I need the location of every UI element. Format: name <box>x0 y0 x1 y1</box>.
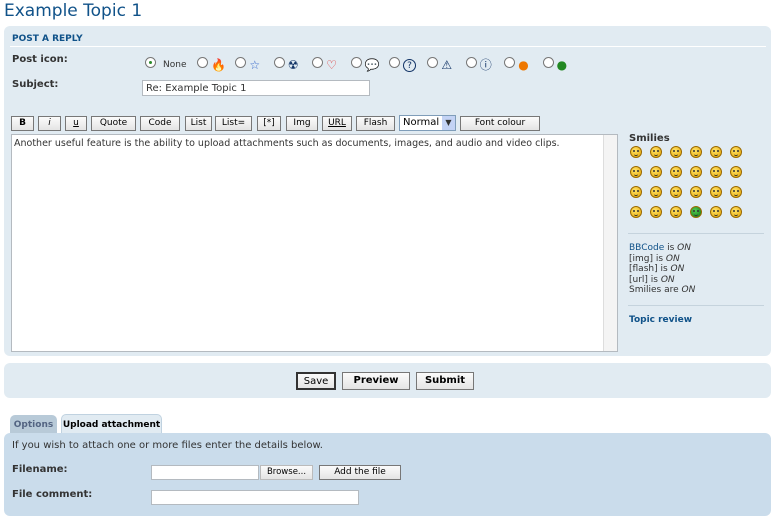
smiley-icon[interactable] <box>690 146 702 158</box>
smiley-icon[interactable] <box>670 206 682 218</box>
status-text: [img] is <box>629 253 666 264</box>
warning-icon: ⚠ <box>441 58 453 72</box>
heart-icon: ♡ <box>326 58 337 72</box>
smiley-icon[interactable] <box>630 166 642 178</box>
smiley-icon[interactable] <box>650 146 662 158</box>
smiley-icon[interactable] <box>630 146 642 158</box>
status-on: ON <box>660 274 675 285</box>
question-icon: ? <box>403 59 416 72</box>
smiley-icon[interactable] <box>690 206 702 218</box>
smiley-icon[interactable] <box>710 146 722 158</box>
topic-review-link[interactable]: Topic review <box>629 315 692 325</box>
post-icon-radio[interactable] <box>465 57 477 68</box>
subject-label: Subject: <box>12 79 59 90</box>
bbcode-quote-button[interactable]: Quote <box>91 116 136 131</box>
status-text: [flash] is <box>629 264 671 274</box>
bbcode-b-button[interactable]: B <box>11 116 34 131</box>
filename-input[interactable] <box>151 465 259 480</box>
save-button[interactable]: Save <box>296 372 336 390</box>
smiley-icon[interactable] <box>650 166 662 178</box>
bbcode-flash-button[interactable]: Flash <box>356 116 395 131</box>
status-text: Smilies are <box>629 285 682 295</box>
status-on: ON <box>665 253 680 264</box>
smiley-icon[interactable] <box>710 206 722 218</box>
tab-upload-attachment[interactable]: Upload attachment <box>61 414 162 434</box>
font-size-value: Normal <box>403 117 440 128</box>
page-title: Example Topic 1 <box>4 1 143 21</box>
status-text: is <box>664 243 678 253</box>
font-size-select[interactable]: Normal ▼ <box>399 115 456 131</box>
smiley-icon[interactable] <box>650 206 662 218</box>
smilies-title: Smilies <box>629 133 670 144</box>
divider <box>628 305 764 306</box>
post-icon-label: Post icon: <box>12 54 68 65</box>
post-icon-radio[interactable] <box>350 57 362 68</box>
smiley-icon[interactable] <box>730 206 742 218</box>
status-on: ON <box>670 264 685 274</box>
bbcode-list-button[interactable]: List <box>185 116 212 131</box>
smiley-icon[interactable] <box>630 206 642 218</box>
grin-green-icon: ● <box>556 58 568 72</box>
browse-button[interactable]: Browse... <box>260 465 313 480</box>
speech-bubble-icon: 💬 <box>364 58 380 72</box>
smiley-icon[interactable] <box>650 186 662 198</box>
post-icon-none-radio[interactable] <box>145 57 156 68</box>
bbcode-img-button[interactable]: Img <box>286 116 318 131</box>
radioactive-icon: ☢ <box>287 58 299 72</box>
smiley-icon[interactable] <box>690 186 702 198</box>
post-heading: POST A REPLY <box>12 34 83 44</box>
chevron-down-icon: ▼ <box>442 116 455 130</box>
smiley-icon[interactable] <box>670 166 682 178</box>
bbcode-url-button[interactable]: URL <box>322 116 352 131</box>
message-textarea[interactable]: Another useful feature is the ability to… <box>11 134 618 352</box>
scrollbar[interactable] <box>603 135 617 351</box>
bbcode-code-button[interactable]: Code <box>140 116 180 131</box>
bbcode-list-ordered-button[interactable]: List= <box>215 116 252 131</box>
submit-button[interactable]: Submit <box>416 372 474 390</box>
none-label: None <box>163 60 187 70</box>
smiley-icon[interactable] <box>730 186 742 198</box>
status-on: ON <box>681 285 696 295</box>
font-colour-button[interactable]: Font colour <box>460 116 540 131</box>
bbcode-list-item-button[interactable]: [*] <box>257 116 281 131</box>
fire-icon: 🔥 <box>211 58 226 72</box>
bbcode-link[interactable]: BBCode <box>629 243 664 253</box>
smiley-icon[interactable] <box>690 166 702 178</box>
status-text: [url] is <box>629 274 661 285</box>
status-on: ON <box>677 243 691 253</box>
add-file-button[interactable]: Add the file <box>319 465 401 480</box>
filename-label: Filename: <box>12 464 68 475</box>
bbcode-u-button[interactable]: u <box>65 116 87 131</box>
post-icon-radio[interactable] <box>389 57 400 68</box>
mad-face-icon: ● <box>518 58 529 72</box>
divider <box>628 233 764 234</box>
smiley-icon[interactable] <box>730 146 742 158</box>
info-icon: ⓘ <box>479 58 492 72</box>
upload-intro: If you wish to attach one or more files … <box>12 440 323 451</box>
star-icon: ☆ <box>249 58 261 72</box>
bbcode-status: BBCode is ON [img] is ON [flash] is ON [… <box>629 243 695 296</box>
file-comment-input[interactable] <box>151 490 359 505</box>
smiley-icon[interactable] <box>710 166 722 178</box>
post-icon-radio[interactable] <box>542 57 554 68</box>
divider <box>10 46 766 47</box>
smiley-icon[interactable] <box>670 146 682 158</box>
message-text: Another useful feature is the ability to… <box>14 138 560 149</box>
file-comment-label: File comment: <box>12 489 93 500</box>
smiley-icon[interactable] <box>730 166 742 178</box>
post-icon-radio[interactable] <box>273 57 285 68</box>
preview-button[interactable]: Preview <box>342 372 410 390</box>
smiley-icon[interactable] <box>630 186 642 198</box>
smiley-icon[interactable] <box>710 186 722 198</box>
smiley-icon[interactable] <box>670 186 682 198</box>
post-icon-radio[interactable] <box>197 57 208 68</box>
bbcode-i-button[interactable]: i <box>38 116 61 131</box>
subject-input[interactable] <box>142 80 370 96</box>
tab-options[interactable]: Options <box>10 415 57 434</box>
